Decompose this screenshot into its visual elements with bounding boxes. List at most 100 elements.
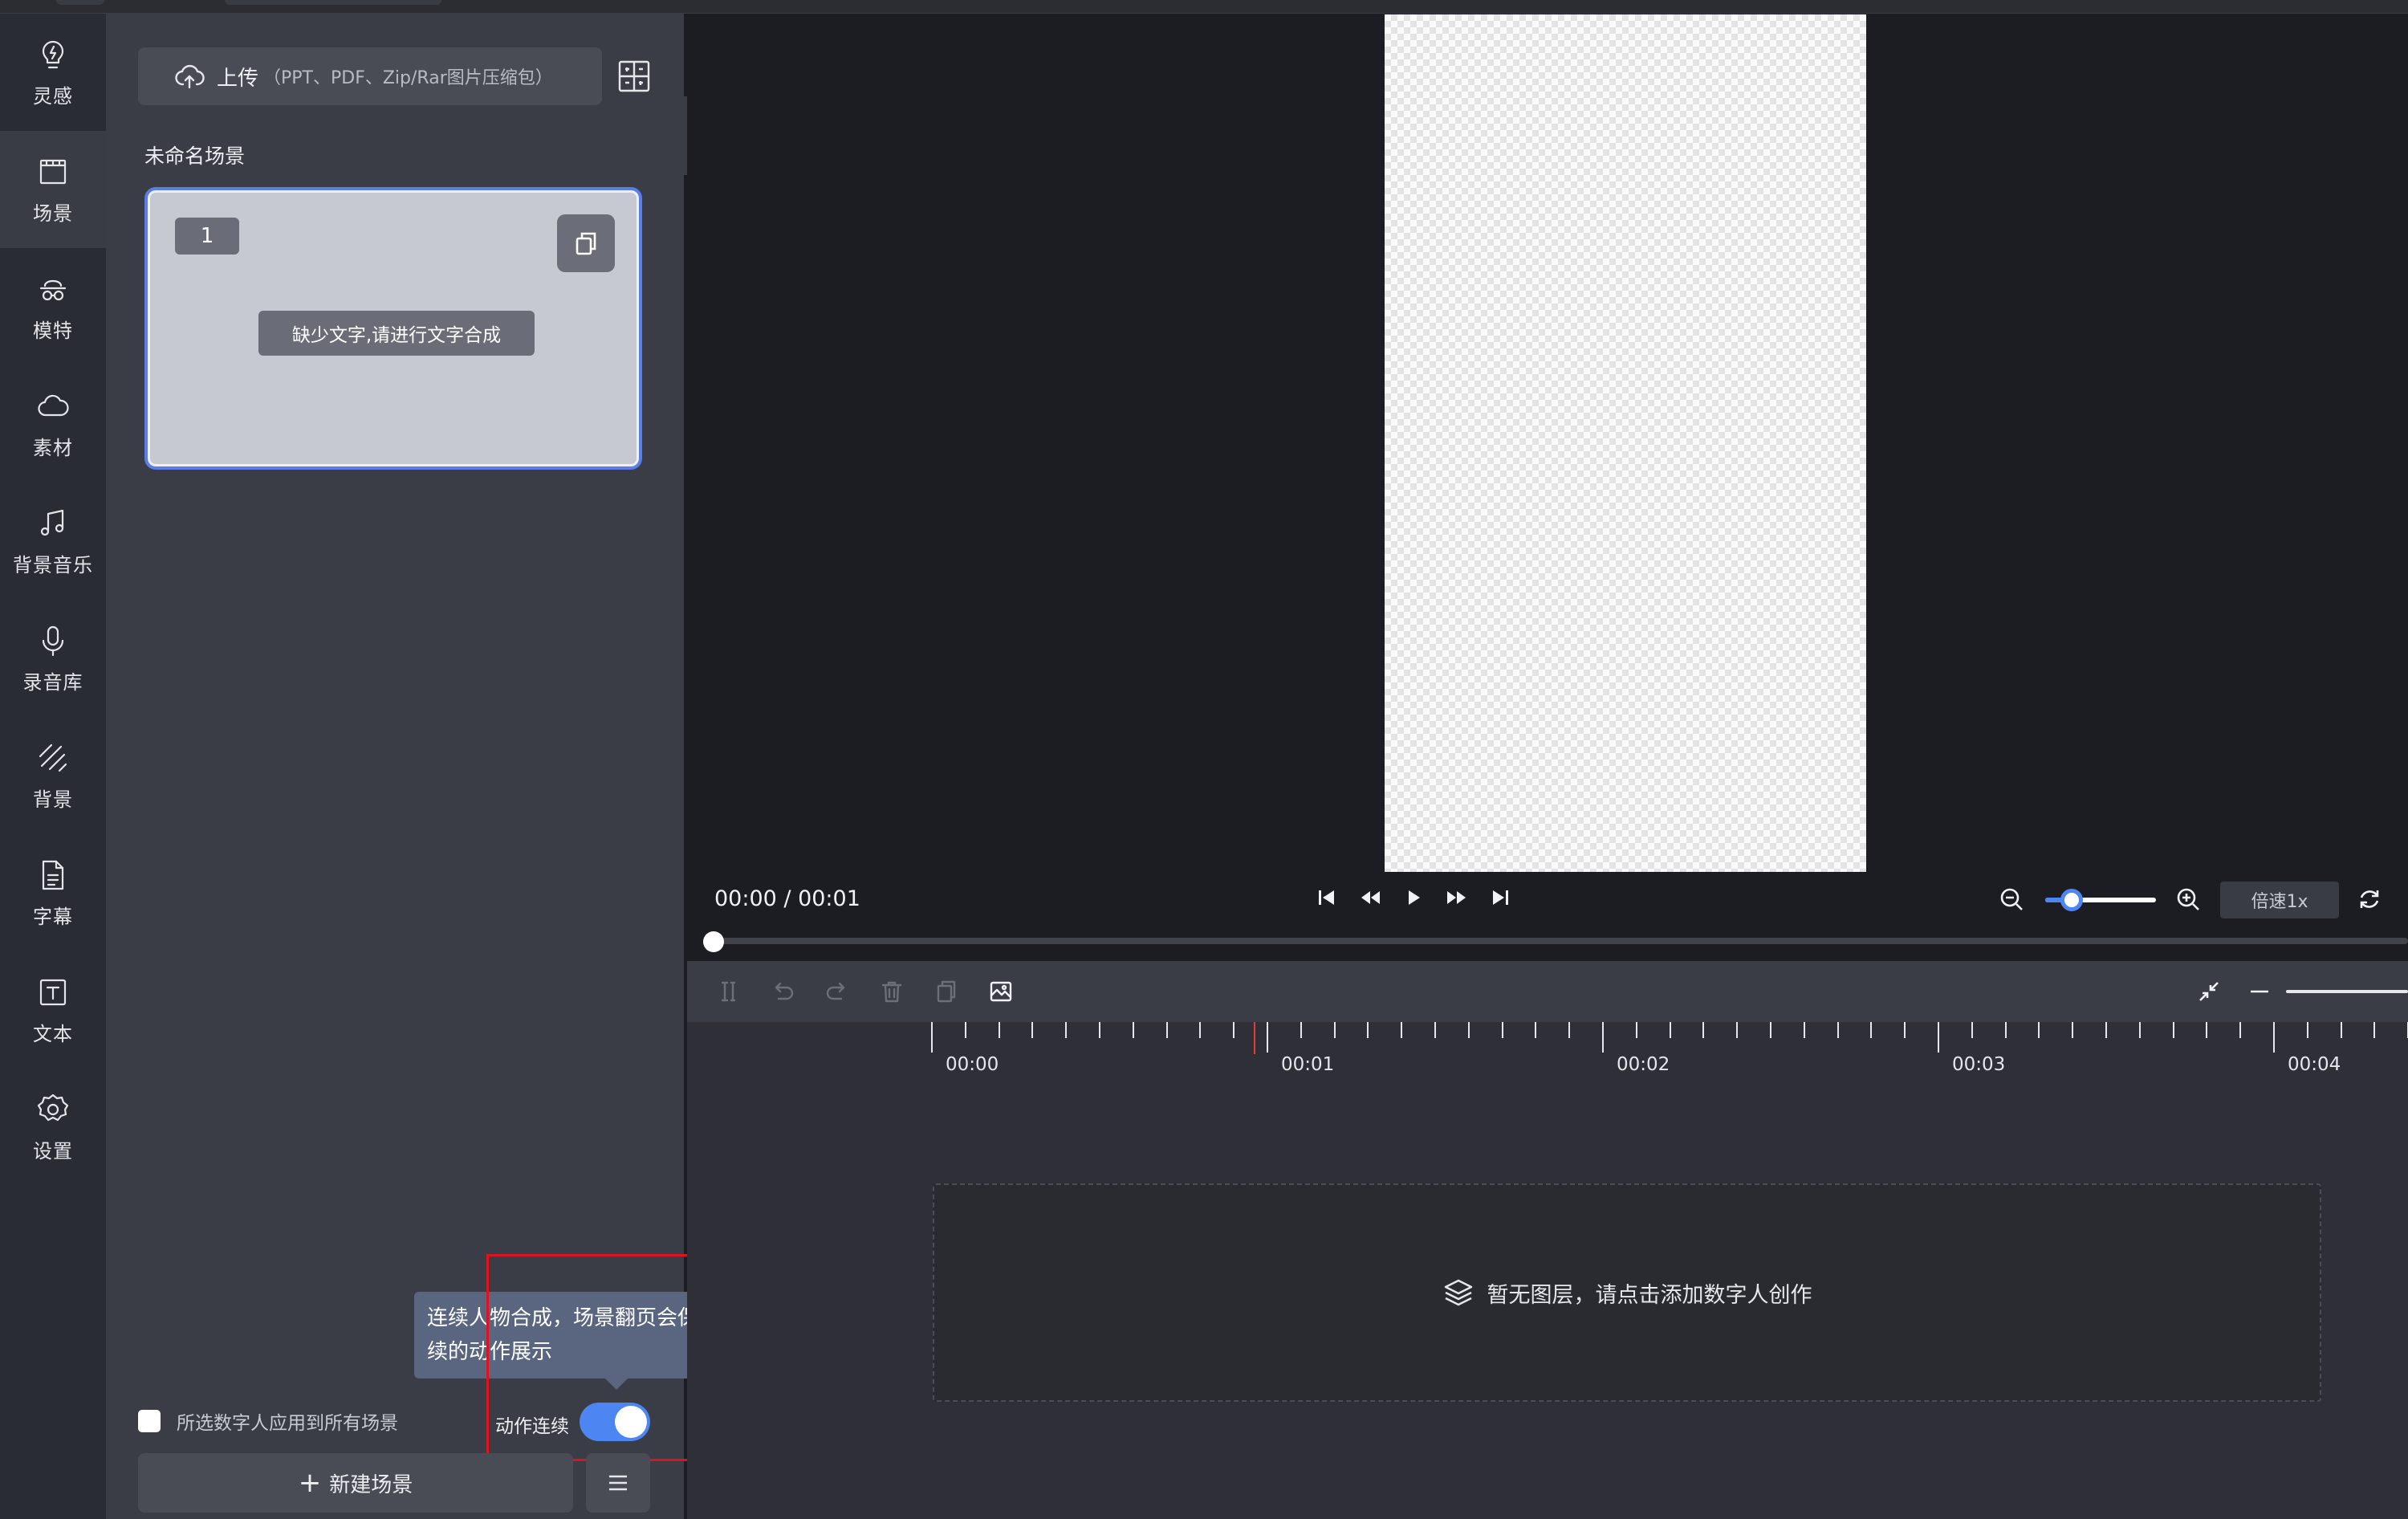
skip-end-button[interactable] bbox=[1490, 886, 1511, 909]
playback-progress-thumb[interactable] bbox=[703, 931, 724, 952]
top-bar bbox=[0, 0, 2408, 14]
ruler-minor-tick bbox=[998, 1022, 1000, 1038]
split-button[interactable] bbox=[714, 978, 742, 1005]
loop-button[interactable] bbox=[2357, 886, 2382, 912]
undo-button[interactable] bbox=[769, 978, 796, 1005]
minus-icon bbox=[2251, 990, 2268, 993]
top-tab[interactable] bbox=[225, 0, 441, 5]
nav-label: 场景 bbox=[33, 202, 73, 225]
scene-menu-button[interactable] bbox=[586, 1453, 650, 1513]
lightbulb-icon bbox=[42, 40, 64, 68]
ruler-minor-tick bbox=[1031, 1022, 1034, 1038]
toggle-knob bbox=[615, 1406, 647, 1438]
ruler-minor-tick bbox=[2239, 1022, 2242, 1038]
playback-progress-track[interactable] bbox=[706, 938, 2408, 944]
ruler-major-tick bbox=[1267, 1022, 1268, 1053]
zoom-slider-thumb[interactable] bbox=[2060, 889, 2083, 911]
image-layer-button[interactable] bbox=[987, 978, 1015, 1005]
playback-speed-button[interactable]: 倍速1x bbox=[2220, 882, 2339, 918]
new-scene-button[interactable]: + 新建场景 bbox=[138, 1453, 573, 1513]
preview-canvas[interactable] bbox=[1385, 14, 1866, 872]
fit-timeline-button[interactable] bbox=[2195, 978, 2223, 1005]
motion-continuous-toggle[interactable] bbox=[580, 1403, 650, 1441]
ruler-minor-tick bbox=[1233, 1022, 1235, 1038]
ruler-minor-tick bbox=[1333, 1022, 1336, 1038]
delete-button[interactable] bbox=[878, 978, 905, 1005]
redo-button[interactable] bbox=[824, 978, 851, 1005]
gear-icon bbox=[37, 1093, 69, 1121]
rewind-button[interactable] bbox=[1360, 886, 1381, 909]
ruler-major-tick bbox=[1602, 1022, 1604, 1053]
fast-forward-icon bbox=[1447, 891, 1466, 904]
scene-card[interactable]: 1 缺少文字,请进行文字合成 bbox=[144, 187, 642, 470]
nav-item-inspiration[interactable]: 灵感 bbox=[0, 14, 106, 131]
apply-all-checkbox[interactable] bbox=[138, 1410, 161, 1432]
nav-item-subtitles[interactable]: 字幕 bbox=[0, 834, 106, 951]
scene-group-title: 未命名场景 bbox=[144, 145, 246, 168]
copy-layer-button[interactable] bbox=[933, 978, 960, 1005]
ruler-tick-label: 00:01 bbox=[1281, 1054, 1335, 1075]
timeline-playhead[interactable] bbox=[1254, 1022, 1255, 1054]
scene-panel: 上传 （PPT、PDF、Zip/Rar图片压缩包） 未命名场景 1 缺少文字,请… bbox=[106, 14, 963, 1519]
ruler-major-tick bbox=[2273, 1022, 2275, 1053]
nav-item-recordings[interactable]: 录音库 bbox=[0, 600, 106, 717]
play-icon bbox=[1409, 890, 1420, 905]
ruler-minor-tick bbox=[1736, 1022, 1739, 1038]
ruler-minor-tick bbox=[2172, 1022, 2174, 1038]
fast-forward-button[interactable] bbox=[1446, 886, 1467, 909]
trash-icon bbox=[881, 981, 902, 1003]
duplicate-scene-button[interactable] bbox=[557, 214, 615, 272]
layout-grid-button[interactable] bbox=[616, 59, 652, 94]
top-tab[interactable] bbox=[56, 0, 104, 5]
timeline-ruler[interactable]: 00:00 00:01 00:02 00:03 00:04 bbox=[931, 1022, 2408, 1094]
split-icon bbox=[721, 981, 736, 1002]
document-icon bbox=[42, 860, 64, 890]
nav-label: 素材 bbox=[33, 436, 73, 459]
ruler-minor-tick bbox=[1065, 1022, 1068, 1038]
nav-item-music[interactable]: 背景音乐 bbox=[0, 483, 106, 600]
diagonal-lines-icon bbox=[39, 743, 67, 772]
nav-item-text[interactable]: 文本 bbox=[0, 951, 106, 1069]
ruler-tick-label: 00:02 bbox=[1617, 1054, 1670, 1075]
nav-item-model[interactable]: 模特 bbox=[0, 248, 106, 365]
motion-continuous-label: 动作连续 bbox=[495, 1416, 569, 1437]
nav-item-material[interactable]: 素材 bbox=[0, 365, 106, 483]
ruler-minor-tick bbox=[964, 1022, 966, 1038]
skip-start-button[interactable] bbox=[1316, 886, 1337, 909]
layer-drop-zone[interactable]: 暂无图层，请点击添加数字人创作 bbox=[933, 1183, 2321, 1402]
zoom-in-icon bbox=[2177, 888, 2199, 910]
ruler-minor-tick bbox=[2306, 1022, 2308, 1038]
layers-icon bbox=[1444, 1279, 1472, 1306]
upload-button[interactable]: 上传 （PPT、PDF、Zip/Rar图片压缩包） bbox=[138, 47, 602, 105]
ruler-minor-tick bbox=[1132, 1022, 1134, 1038]
timeline-zoom-out-button[interactable] bbox=[2247, 978, 2272, 1005]
ruler-minor-tick bbox=[1165, 1022, 1168, 1038]
nav-label: 录音库 bbox=[22, 670, 83, 694]
nav-item-settings[interactable]: 设置 bbox=[0, 1069, 106, 1186]
nav-label: 模特 bbox=[33, 319, 73, 342]
figure-icon bbox=[39, 279, 67, 300]
nav-item-background[interactable]: 背景 bbox=[0, 717, 106, 834]
music-note-icon bbox=[40, 509, 64, 536]
nav-item-scene[interactable]: 场景 bbox=[0, 131, 106, 248]
text-box-icon bbox=[39, 979, 67, 1005]
image-icon bbox=[990, 981, 1012, 1002]
play-button[interactable] bbox=[1403, 886, 1424, 909]
left-nav: 灵感 场景 模特 素材 背景音乐 录音库 背景 字幕 文本 设置 bbox=[0, 14, 106, 1519]
scene-warning: 缺少文字,请进行文字合成 bbox=[258, 311, 535, 356]
ruler-minor-tick bbox=[1099, 1022, 1100, 1038]
timeline-zoom-slider[interactable] bbox=[2286, 990, 2408, 993]
plus-icon: + bbox=[298, 1467, 322, 1499]
zoom-slider[interactable] bbox=[2045, 889, 2156, 911]
zoom-in-button[interactable] bbox=[2175, 886, 2201, 912]
zoom-out-button[interactable] bbox=[1999, 886, 2024, 912]
ruler-tick-label: 00:03 bbox=[1952, 1054, 2006, 1075]
refresh-icon bbox=[2360, 890, 2379, 908]
nav-label: 灵感 bbox=[33, 84, 73, 108]
zoom-out-icon bbox=[2000, 888, 2023, 910]
apply-all-label: 所选数字人应用到所有场景 bbox=[177, 1413, 398, 1434]
ruler-minor-tick bbox=[2105, 1022, 2107, 1038]
ruler-minor-tick bbox=[2340, 1022, 2342, 1038]
clapper-icon bbox=[39, 159, 67, 184]
rewind-icon bbox=[1361, 891, 1380, 904]
